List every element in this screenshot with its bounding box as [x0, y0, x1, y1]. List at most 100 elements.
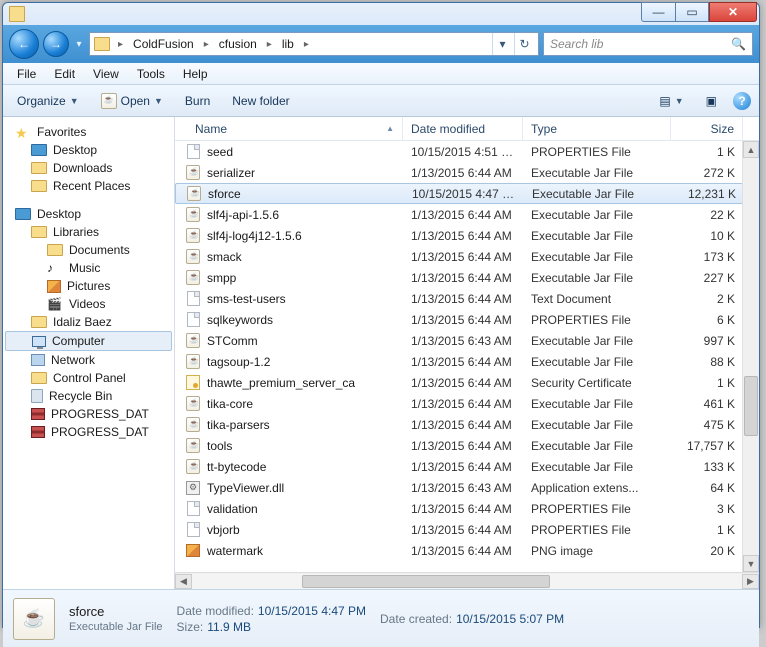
file-name: tt-bytecode — [207, 460, 266, 474]
scroll-right-arrow-icon[interactable]: ▶ — [742, 574, 759, 589]
column-header-date[interactable]: Date modified — [403, 117, 523, 140]
breadcrumb-segment[interactable]: ColdFusion — [131, 37, 196, 51]
menu-help[interactable]: Help — [175, 65, 216, 83]
file-size: 272 K — [671, 166, 743, 180]
file-name: vbjorb — [207, 523, 240, 537]
maximize-button[interactable]: ▭ — [675, 2, 709, 22]
sidebar-label: Desktop — [37, 207, 81, 221]
history-dropdown[interactable]: ▾ — [73, 39, 85, 50]
file-row[interactable]: smpp1/13/2015 6:44 AMExecutable Jar File… — [175, 267, 759, 288]
vertical-scrollbar[interactable]: ▲ ▼ — [742, 141, 759, 572]
file-row[interactable]: vbjorb1/13/2015 6:44 AMPROPERTIES File1 … — [175, 519, 759, 540]
help-button[interactable]: ? — [733, 92, 751, 110]
file-row[interactable]: sqlkeywords1/13/2015 6:44 AMPROPERTIES F… — [175, 309, 759, 330]
file-row[interactable]: validation1/13/2015 6:44 AMPROPERTIES Fi… — [175, 498, 759, 519]
path-chevron-icon[interactable]: ▸ — [263, 39, 276, 50]
file-row[interactable]: TypeViewer.dll1/13/2015 6:43 AMApplicati… — [175, 477, 759, 498]
file-row[interactable]: STComm1/13/2015 6:43 AMExecutable Jar Fi… — [175, 330, 759, 351]
preview-pane-button[interactable]: ▣ — [700, 92, 723, 110]
view-options-button[interactable]: ▤▼ — [653, 92, 689, 110]
scrollbar-track[interactable] — [743, 158, 759, 555]
path-chevron-icon[interactable]: ▸ — [300, 39, 313, 50]
file-icon — [185, 375, 201, 391]
sidebar-item-controlpanel[interactable]: Control Panel — [5, 369, 172, 387]
search-icon[interactable]: 🔍 — [731, 37, 746, 51]
titlebar[interactable]: — ▭ ✕ — [3, 3, 759, 25]
file-row[interactable]: tika-core1/13/2015 6:44 AMExecutable Jar… — [175, 393, 759, 414]
file-icon — [185, 417, 201, 433]
file-size: 2 K — [671, 292, 743, 306]
address-bar[interactable]: ▸ ColdFusion ▸ cfusion ▸ lib ▸ ▾ ↻ — [89, 32, 539, 56]
horizontal-scrollbar[interactable]: ◀ ▶ — [175, 572, 759, 589]
file-row[interactable]: tools1/13/2015 6:44 AMExecutable Jar Fil… — [175, 435, 759, 456]
organize-button[interactable]: Organize▼ — [11, 92, 85, 110]
file-row[interactable]: tt-bytecode1/13/2015 6:44 AMExecutable J… — [175, 456, 759, 477]
file-row[interactable]: thawte_premium_server_ca1/13/2015 6:44 A… — [175, 372, 759, 393]
folder-icon — [31, 180, 47, 192]
sidebar-favorites[interactable]: ★Favorites — [5, 123, 172, 141]
scrollbar-thumb[interactable] — [302, 575, 550, 588]
menu-tools[interactable]: Tools — [129, 65, 173, 83]
jar-icon — [101, 93, 117, 109]
file-type: Executable Jar File — [523, 397, 671, 411]
file-row[interactable]: seed10/15/2015 4:51 PMPROPERTIES File1 K — [175, 141, 759, 162]
file-row[interactable]: sms-test-users1/13/2015 6:44 AMText Docu… — [175, 288, 759, 309]
sidebar-item-archive[interactable]: PROGRESS_DAT — [5, 405, 172, 423]
file-row[interactable]: serializer1/13/2015 6:44 AMExecutable Ja… — [175, 162, 759, 183]
refresh-button[interactable]: ↻ — [514, 33, 534, 55]
chevron-down-icon: ▼ — [154, 96, 163, 106]
file-row[interactable]: tagsoup-1.21/13/2015 6:44 AMExecutable J… — [175, 351, 759, 372]
sidebar-item-recyclebin[interactable]: Recycle Bin — [5, 387, 172, 405]
sidebar-item-archive[interactable]: PROGRESS_DAT — [5, 423, 172, 441]
open-button[interactable]: Open▼ — [95, 91, 169, 111]
sidebar-label: Downloads — [53, 161, 112, 175]
path-chevron-icon[interactable]: ▸ — [200, 39, 213, 50]
sidebar-item-computer[interactable]: Computer — [5, 331, 172, 351]
sidebar-item-user[interactable]: Idaliz Baez — [5, 313, 172, 331]
column-header-name[interactable]: Name▲ — [175, 117, 403, 140]
scroll-up-arrow-icon[interactable]: ▲ — [743, 141, 759, 158]
column-header-type[interactable]: Type — [523, 117, 671, 140]
path-chevron-icon[interactable]: ▸ — [114, 39, 127, 50]
sidebar-item-documents[interactable]: Documents — [5, 241, 172, 259]
file-row[interactable]: smack1/13/2015 6:44 AMExecutable Jar Fil… — [175, 246, 759, 267]
scrollbar-track[interactable] — [192, 574, 742, 589]
menu-edit[interactable]: Edit — [46, 65, 83, 83]
sidebar-item-downloads[interactable]: Downloads — [5, 159, 172, 177]
breadcrumb-segment[interactable]: lib — [280, 37, 296, 51]
newfolder-button[interactable]: New folder — [226, 92, 295, 110]
address-history-dropdown[interactable]: ▾ — [492, 33, 512, 55]
breadcrumb-segment[interactable]: cfusion — [217, 37, 259, 51]
file-name: validation — [207, 502, 258, 516]
sidebar-desktop-root[interactable]: Desktop — [5, 205, 172, 223]
forward-button[interactable]: → — [43, 31, 69, 57]
file-name: sforce — [208, 187, 241, 201]
sidebar-item-videos[interactable]: 🎬Videos — [5, 295, 172, 313]
file-type: Executable Jar File — [523, 250, 671, 264]
file-row[interactable]: slf4j-api-1.5.61/13/2015 6:44 AMExecutab… — [175, 204, 759, 225]
file-row[interactable]: slf4j-log4j12-1.5.61/13/2015 6:44 AMExec… — [175, 225, 759, 246]
file-type: Executable Jar File — [523, 460, 671, 474]
close-button[interactable]: ✕ — [709, 2, 757, 22]
sidebar-item-music[interactable]: ♪Music — [5, 259, 172, 277]
minimize-button[interactable]: — — [641, 2, 675, 22]
file-row[interactable]: tika-parsers1/13/2015 6:44 AMExecutable … — [175, 414, 759, 435]
scrollbar-thumb[interactable] — [744, 376, 758, 436]
file-row[interactable]: watermark1/13/2015 6:44 AMPNG image20 K — [175, 540, 759, 561]
back-button[interactable]: ← — [9, 29, 39, 59]
sidebar-libraries[interactable]: Libraries — [5, 223, 172, 241]
sidebar-item-network[interactable]: Network — [5, 351, 172, 369]
search-input[interactable]: Search lib 🔍 — [543, 32, 753, 56]
burn-button[interactable]: Burn — [179, 92, 216, 110]
navigation-tree[interactable]: ★Favorites Desktop Downloads Recent Plac… — [3, 117, 175, 589]
sidebar-item-recent[interactable]: Recent Places — [5, 177, 172, 195]
sidebar-item-desktop[interactable]: Desktop — [5, 141, 172, 159]
scroll-down-arrow-icon[interactable]: ▼ — [743, 555, 759, 572]
menu-file[interactable]: File — [9, 65, 44, 83]
file-row[interactable]: sforce10/15/2015 4:47 PMExecutable Jar F… — [175, 183, 759, 204]
column-header-size[interactable]: Size — [671, 117, 743, 140]
scroll-left-arrow-icon[interactable]: ◀ — [175, 574, 192, 589]
sidebar-item-pictures[interactable]: Pictures — [5, 277, 172, 295]
file-list[interactable]: seed10/15/2015 4:51 PMPROPERTIES File1 K… — [175, 141, 759, 572]
menu-view[interactable]: View — [85, 65, 127, 83]
